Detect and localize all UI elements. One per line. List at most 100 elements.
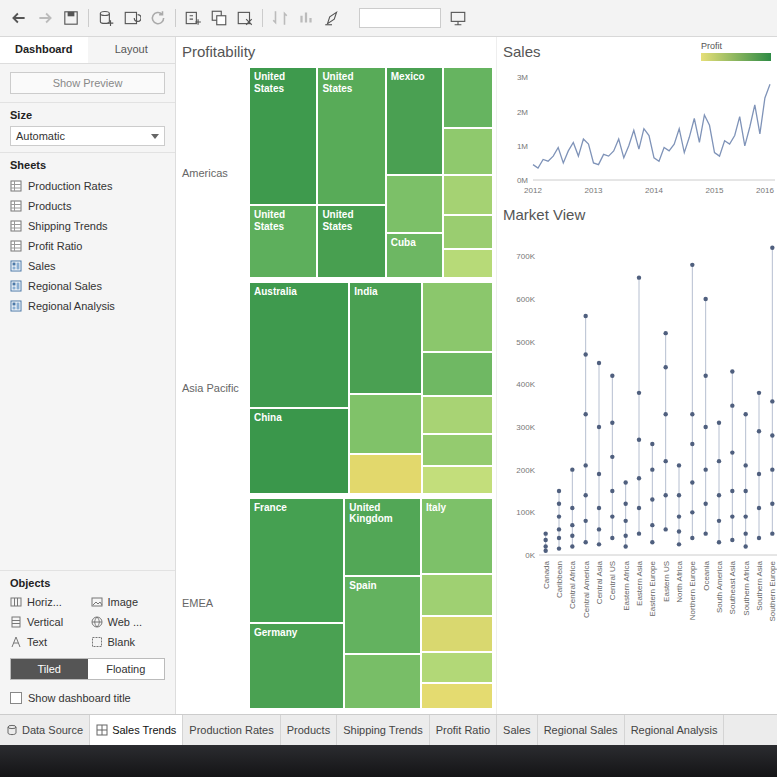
sheet-item[interactable]: Regional Analysis [10,296,165,316]
data-point[interactable] [543,544,547,548]
treemap-tile[interactable] [423,353,492,396]
data-point[interactable] [757,506,761,510]
data-point[interactable] [650,540,654,544]
data-point[interactable] [717,493,721,497]
data-point[interactable] [770,502,774,506]
data-point[interactable] [597,506,601,510]
data-point[interactable] [597,542,601,546]
data-point[interactable] [730,369,734,373]
show-preview-button[interactable]: Show Preview [10,72,165,94]
treemap-tile[interactable] [423,435,492,465]
sheet-item[interactable]: Products [10,196,165,216]
data-point[interactable] [597,361,601,365]
add-data-source-icon[interactable] [97,9,115,27]
swap-icon[interactable] [271,9,289,27]
data-point[interactable] [757,391,761,395]
data-point[interactable] [690,442,694,446]
highlight-icon[interactable] [323,9,341,27]
data-point[interactable] [610,455,614,459]
pane-tab[interactable]: Layout [88,37,176,63]
data-point[interactable] [637,506,641,510]
data-point[interactable] [690,536,694,540]
data-point[interactable] [703,531,707,535]
data-point[interactable] [690,510,694,514]
data-point[interactable] [570,506,574,510]
sheet-tab[interactable]: Shipping Trends [337,715,430,745]
size-dropdown[interactable]: Automatic [10,126,165,146]
sheet-tab[interactable]: Profit Ratio [430,715,497,745]
treemap-tile[interactable] [350,455,421,492]
treemap-tile[interactable]: United States [250,68,316,204]
data-point[interactable] [637,275,641,279]
data-point[interactable] [650,467,654,471]
data-point[interactable] [730,450,734,454]
object-item[interactable]: Horiz... [10,594,85,610]
treemap-tile[interactable] [423,283,492,350]
sheet-item[interactable]: Regional Sales [10,276,165,296]
treemap-tile[interactable]: United States [250,206,316,277]
data-point[interactable] [743,531,747,535]
forward-arrow-icon[interactable] [36,9,54,27]
data-point[interactable] [637,476,641,480]
data-point[interactable] [730,514,734,518]
treemap-tile[interactable] [422,684,492,708]
data-point[interactable] [770,399,774,403]
data-point[interactable] [583,412,587,416]
data-point[interactable] [557,489,561,493]
object-item[interactable]: Image [91,594,166,610]
save-icon[interactable] [62,9,80,27]
data-point[interactable] [583,540,587,544]
data-point[interactable] [703,425,707,429]
data-point[interactable] [650,497,654,501]
treemap-tile[interactable] [444,176,492,214]
data-point[interactable] [570,523,574,527]
fit-dropdown[interactable] [359,8,441,28]
data-point[interactable] [663,527,667,531]
treemap-tile[interactable]: Spain [345,577,420,653]
data-point[interactable] [637,531,641,535]
data-point[interactable] [623,544,627,548]
data-point[interactable] [703,467,707,471]
treemap-tile[interactable]: Germany [250,624,343,708]
object-item[interactable]: Text [10,634,85,650]
sheet-item[interactable]: Sales [10,256,165,276]
data-point[interactable] [690,480,694,484]
sheet-tab[interactable]: Data Source [0,715,90,745]
treemap-tile[interactable]: China [250,409,348,493]
data-point[interactable] [583,314,587,318]
data-point[interactable] [583,493,587,497]
data-point[interactable] [637,438,641,442]
duplicate-icon[interactable] [210,9,228,27]
treemap-tile[interactable]: Australia [250,283,348,406]
data-point[interactable] [663,493,667,497]
data-point[interactable] [557,527,561,531]
treemap-tile[interactable]: Mexico [387,68,442,174]
data-point[interactable] [623,534,627,538]
data-point[interactable] [677,463,681,467]
data-point[interactable] [717,540,721,544]
back-arrow-icon[interactable] [10,9,28,27]
data-point[interactable] [570,467,574,471]
treemap-tile[interactable] [422,653,492,682]
data-point[interactable] [597,425,601,429]
data-point[interactable] [703,297,707,301]
treemap-tile[interactable]: France [250,499,343,622]
data-point[interactable] [703,374,707,378]
object-item[interactable]: Vertical [10,614,85,630]
show-title-option[interactable]: Show dashboard title [0,686,175,714]
treemap-tile[interactable]: Italy [422,499,492,574]
data-point[interactable] [623,519,627,523]
treemap-tile[interactable]: United States [318,206,384,277]
data-point[interactable] [583,519,587,523]
data-point[interactable] [730,489,734,493]
data-point[interactable] [557,546,561,550]
data-point[interactable] [757,536,761,540]
data-point[interactable] [730,403,734,407]
data-point[interactable] [703,502,707,506]
data-point[interactable] [650,523,654,527]
treemap-tile[interactable] [444,216,492,248]
data-point[interactable] [770,433,774,437]
treemap-tile[interactable] [444,68,492,127]
data-point[interactable] [690,263,694,267]
data-point[interactable] [623,502,627,506]
